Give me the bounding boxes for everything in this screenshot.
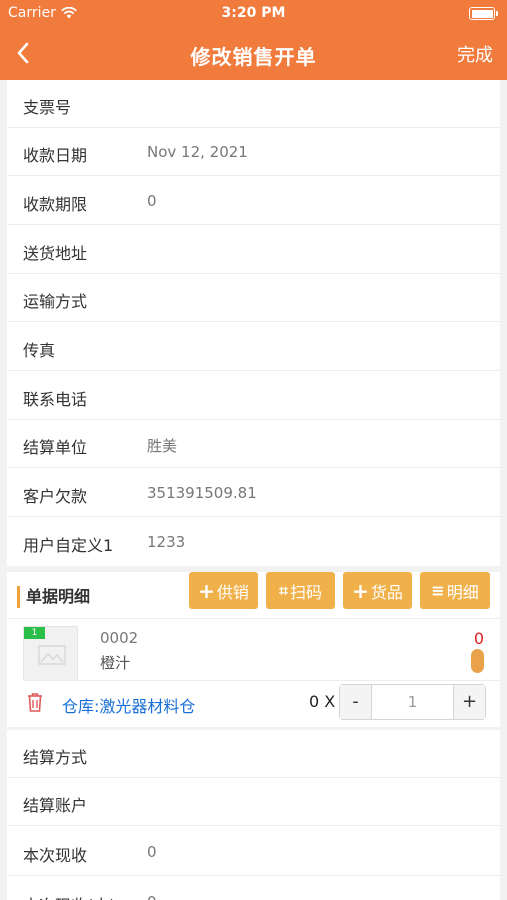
field-value: 0 [147,192,157,210]
unit-multiplier: 0 X [309,692,336,711]
field-label: 结算方式 [23,748,88,767]
row-settlement-method[interactable]: 结算方式 [7,730,500,778]
row-payment-term[interactable]: 收款期限 0 [7,177,500,225]
row-custom-field-1[interactable]: 用户自定义1 1233 [7,518,500,566]
field-label: 结算单位 [23,438,88,457]
field-value: Nov 12, 2021 [147,143,248,161]
product-name: 橙汁 [100,654,131,672]
field-value: 胜美 [147,437,178,455]
form-section-bottom: 结算方式 结算账户 本次现收 0 本次现收(本) 0 [7,730,500,900]
nav-bar: 修改销售开单 完成 [0,28,507,80]
supply-sale-button[interactable]: + 供销 [189,572,258,609]
battery-icon [469,7,498,20]
row-fax[interactable]: 传真 [7,323,500,371]
field-value: 0 [147,893,157,900]
field-label: 客户欠款 [23,487,88,506]
field-label: 支票号 [23,98,72,117]
scan-button[interactable]: ⌗ 扫码 [266,572,335,609]
field-label: 结算账户 [23,796,88,815]
field-value: 351391509.81 [147,484,257,502]
quantity-input[interactable]: 1 [372,685,453,719]
row-customer-debt[interactable]: 客户欠款 351391509.81 [7,469,500,517]
plus-icon: + [198,578,215,603]
product-thumbnail[interactable]: 1 [23,626,78,681]
field-label: 联系电话 [23,390,88,409]
row-current-receipt[interactable]: 本次现收 0 [7,828,500,876]
decrement-button[interactable]: - [340,685,372,719]
clock: 3:20 PM [221,5,286,21]
section-title: 单据明细 [17,586,90,608]
row-cheque-no[interactable]: 支票号 [7,80,500,128]
page-title: 修改销售开单 [190,45,317,69]
button-label: 明细 [446,582,479,602]
row-settlement-account[interactable]: 结算账户 [7,778,500,826]
field-label: 收款期限 [23,195,88,214]
list-icon: ≡ [431,581,445,600]
field-label: 送货地址 [23,244,88,263]
stock-quantity: 0 [473,629,484,648]
row-delivery-address[interactable]: 送货地址 [7,226,500,274]
form-section-top: 支票号 收款日期 Nov 12, 2021 收款期限 0 送货地址 运输方式 传… [7,80,500,566]
row-settlement-unit[interactable]: 结算单位 胜美 [7,420,500,468]
line-number-badge: 1 [24,627,45,639]
done-button[interactable]: 完成 [457,41,493,67]
status-bar: Carrier 3:20 PM [0,0,507,28]
add-goods-button[interactable]: + 货品 [343,572,412,609]
divider [7,618,500,619]
warehouse-link[interactable]: 仓库:激光器材料仓 [62,693,195,717]
quantity-stepper: - 1 + [339,684,486,720]
field-value: 1233 [147,533,186,551]
status-indicator [471,649,484,673]
detail-list-button[interactable]: ≡ 明细 [420,572,490,609]
row-phone[interactable]: 联系电话 [7,372,500,420]
button-label: 扫码 [290,582,323,602]
field-label: 运输方式 [23,292,88,311]
image-placeholder-icon [38,645,66,665]
details-section: 单据明细 + 供销 ⌗ 扫码 + 货品 ≡ 明细 1 0002 橙汁 0 仓库:… [7,572,500,727]
row-shipping-method[interactable]: 运输方式 [7,274,500,322]
increment-button[interactable]: + [453,685,485,719]
field-value: 0 [147,843,157,861]
row-current-receipt-base[interactable]: 本次现收(本) 0 [7,878,500,900]
field-label: 传真 [23,341,56,360]
button-label: 供销 [216,582,249,602]
trash-icon[interactable] [27,692,43,712]
field-label: 收款日期 [23,146,88,165]
field-label: 用户自定义1 [23,536,114,555]
plus-icon: + [352,578,369,603]
row-payment-date[interactable]: 收款日期 Nov 12, 2021 [7,128,500,176]
field-label: 本次现收 [23,846,88,865]
product-code: 0002 [100,629,139,647]
divider [23,680,500,681]
button-label: 货品 [370,582,403,602]
scan-icon: ⌗ [278,580,288,600]
field-label: 本次现收(本) [23,892,116,900]
